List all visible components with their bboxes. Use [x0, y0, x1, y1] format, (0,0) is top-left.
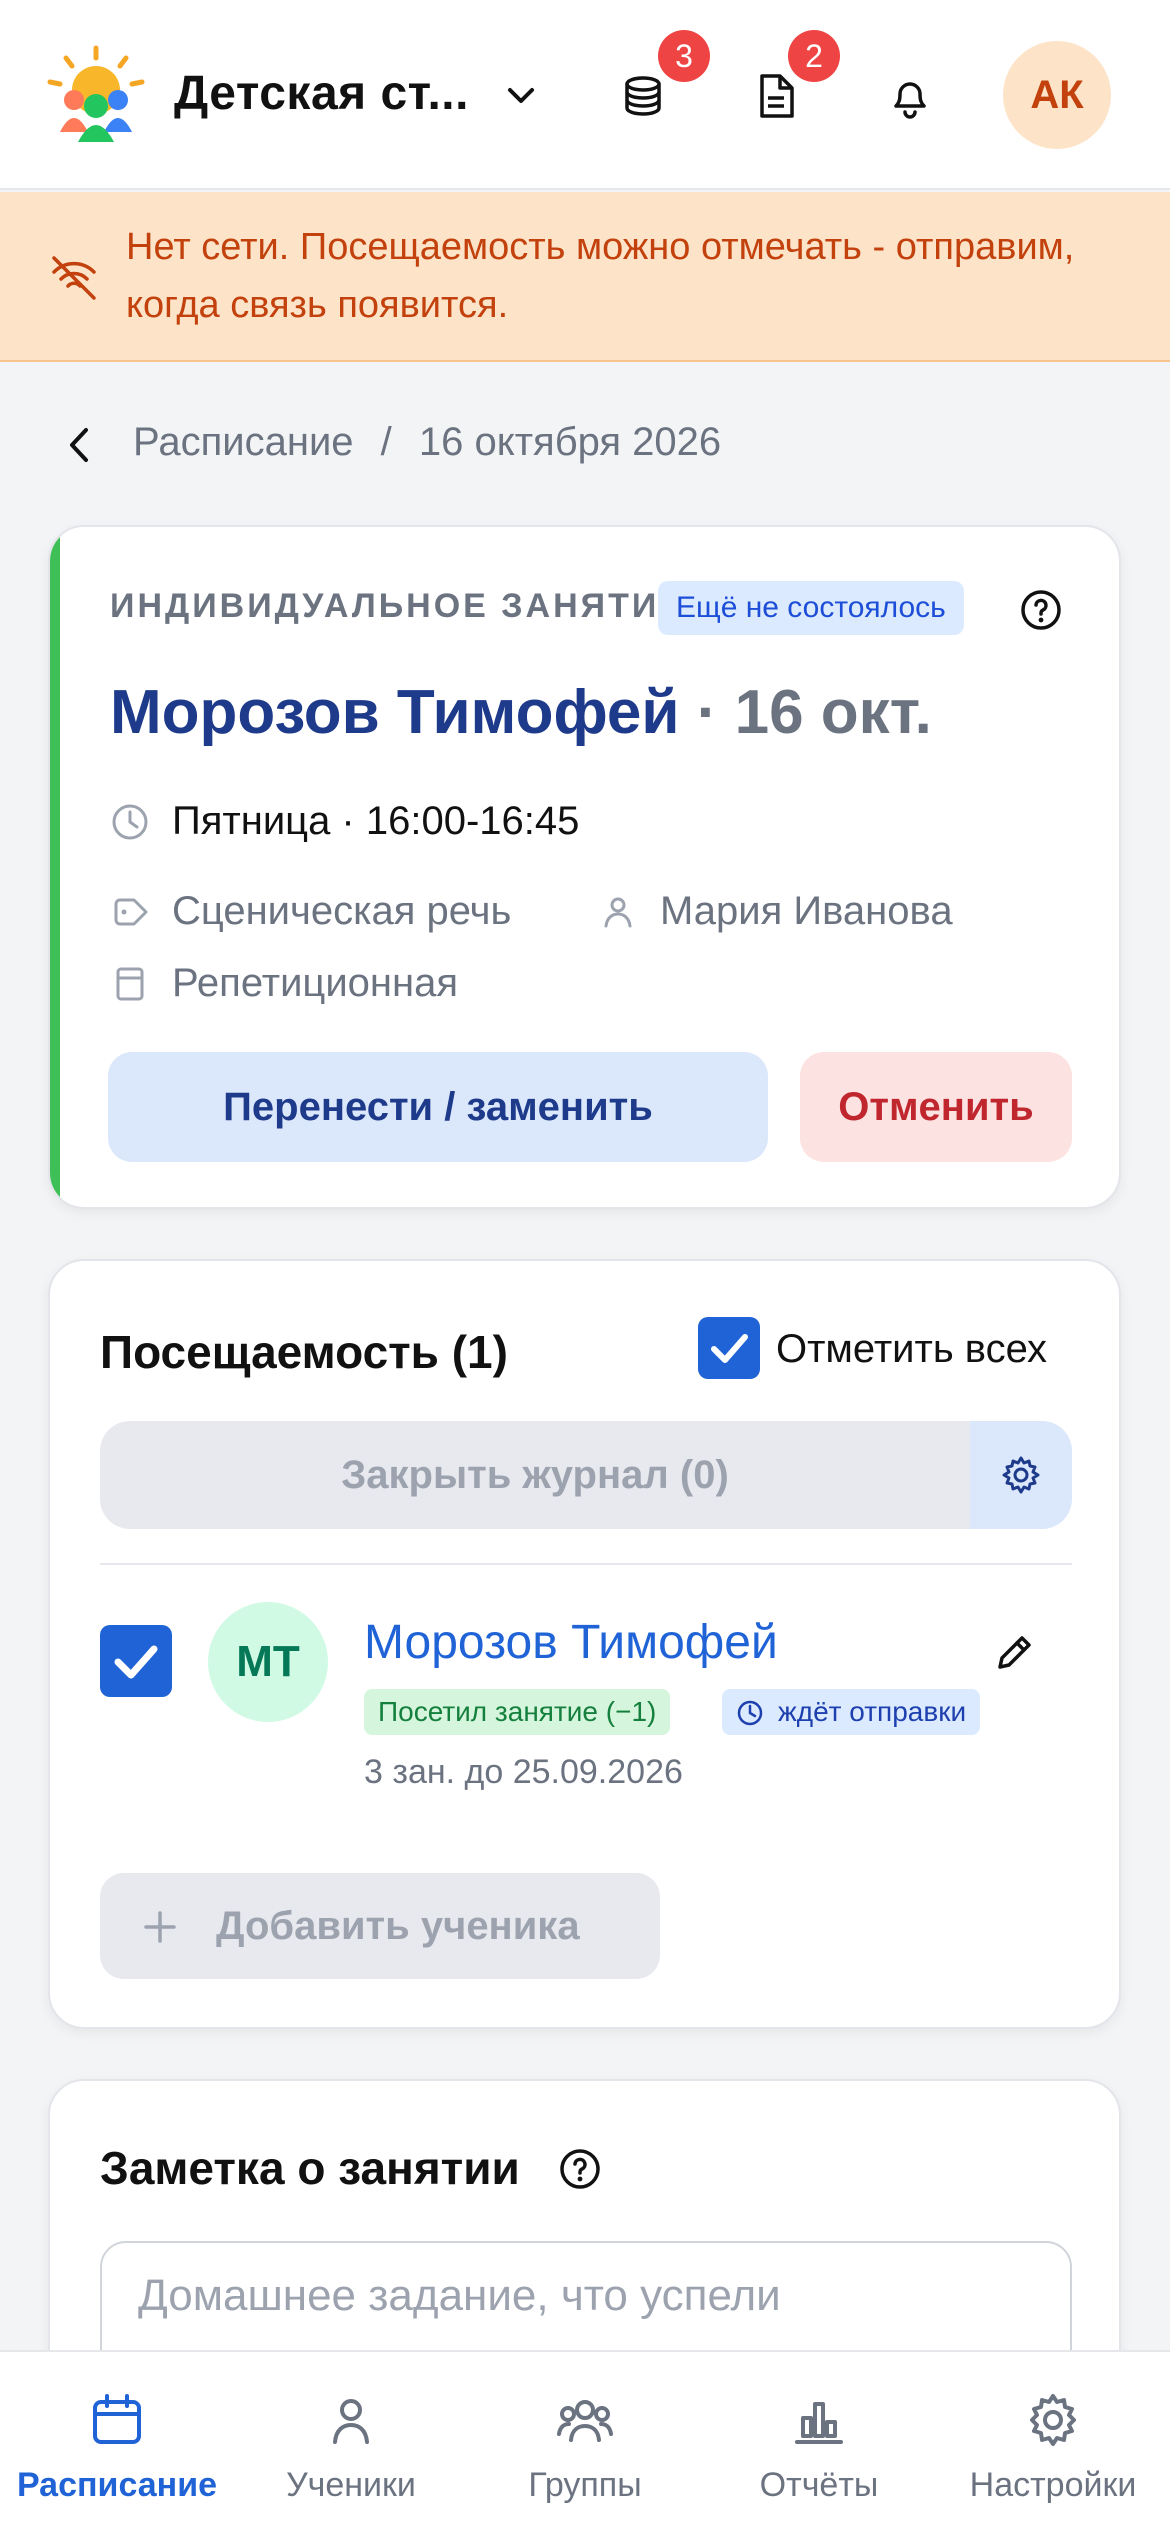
help-icon[interactable] — [559, 2148, 601, 2190]
coins-icon[interactable] — [617, 70, 669, 122]
attendance-status-tag: Посетил занятие (−1) — [364, 1689, 671, 1735]
nav-settings[interactable]: Настройки — [936, 2352, 1170, 2532]
nav-groups[interactable]: Группы — [468, 2352, 702, 2532]
reschedule-button[interactable]: Перенести / заменить — [108, 1052, 768, 1162]
lesson-teacher: Мария Иванова — [660, 889, 953, 933]
chart-icon — [795, 2402, 843, 2444]
gear-icon — [1002, 1456, 1040, 1494]
lesson-teacher-row: Мария Иванова — [598, 889, 953, 934]
room-icon — [116, 967, 144, 1001]
mark-all-label[interactable]: Отметить всех — [776, 1327, 1047, 1372]
lesson-type-label: ИНДИВИДУАЛЬНОЕ ЗАНЯТИЕ — [110, 587, 670, 625]
nav-settings-label: Настройки — [969, 2466, 1137, 2504]
payments-badge: 3 — [658, 30, 710, 82]
breadcrumb-separator: / — [380, 420, 392, 464]
lesson-subject-row: Сценическая речь — [110, 889, 511, 934]
attendance-title: Посещаемость (1) — [100, 1326, 508, 1378]
organization-name[interactable]: Детская ст... — [174, 66, 469, 121]
person-icon — [333, 2399, 369, 2444]
lesson-room-row: Репетиционная — [110, 961, 458, 1006]
top-header: Детская ст... 3 2 АК — [0, 0, 1170, 190]
nav-reports-label: Отчёты — [759, 2466, 879, 2504]
lesson-time: Пятница · 16:00-16:45 — [172, 799, 580, 843]
student-attendance-checkbox[interactable] — [100, 1625, 172, 1697]
person-icon — [604, 897, 632, 928]
lesson-subject: Сценическая речь — [172, 889, 512, 933]
documents-badge: 2 — [788, 30, 840, 82]
bottom-navigation: Расписание Ученики Группы Отчёты Настрой… — [0, 2350, 1170, 2532]
checkmark-icon — [711, 1334, 748, 1363]
lesson-room: Репетиционная — [172, 961, 458, 1005]
cancel-lesson-button[interactable]: Отменить — [800, 1052, 1072, 1162]
nav-students-label: Ученики — [286, 2466, 416, 2504]
gear-icon — [1030, 2394, 1076, 2446]
breadcrumb: Расписание / 16 октября 2026 — [133, 420, 721, 465]
add-student-button[interactable]: Добавить ученика — [100, 1873, 660, 1979]
sync-status-tag: ждёт отправки — [722, 1689, 981, 1735]
note-title-text: Заметка о занятии — [100, 2142, 520, 2194]
breadcrumb-current: 16 октября 2026 — [418, 420, 722, 464]
user-avatar[interactable]: АК — [1003, 41, 1111, 149]
nav-groups-label: Группы — [528, 2466, 642, 2504]
group-icon — [557, 2400, 613, 2442]
tag-icon — [114, 898, 148, 926]
plus-icon — [144, 1911, 176, 1943]
lesson-time-row: Пятница · 16:00-16:45 — [110, 799, 579, 844]
clock-icon — [737, 1700, 763, 1726]
sync-status-text: ждёт отправки — [778, 1696, 967, 1727]
lesson-student-name[interactable]: Морозов Тимофей — [110, 678, 680, 747]
mark-all-checkbox[interactable] — [698, 1317, 760, 1379]
add-student-label: Добавить ученика — [216, 1904, 580, 1948]
attendance-card: Посещаемость (1) Отметить всех Закрыть ж… — [48, 1259, 1121, 2029]
nav-schedule[interactable]: Расписание — [0, 2352, 234, 2532]
student-subscription-info: 3 зан. до 25.09.2026 — [364, 1753, 683, 1791]
student-avatar: МТ — [208, 1602, 328, 1722]
lesson-status-badge: Ещё не состоялось — [658, 581, 964, 635]
attendance-divider — [100, 1563, 1072, 1565]
offline-banner-text: Нет сети. Посещаемость можно отмечать - … — [126, 226, 1075, 326]
checkmark-icon — [114, 1645, 158, 1679]
lesson-date: · 16 окт. — [679, 678, 932, 747]
student-name-link[interactable]: Морозов Тимофей — [364, 1615, 778, 1670]
chevron-down-icon[interactable] — [502, 76, 540, 114]
calendar-icon — [93, 2394, 141, 2444]
no-wifi-icon — [52, 256, 96, 300]
back-arrow-icon[interactable] — [60, 422, 100, 468]
nav-students[interactable]: Ученики — [234, 2352, 468, 2532]
lesson-accent-bar — [50, 527, 60, 1207]
document-icon[interactable] — [750, 70, 802, 122]
nav-schedule-label: Расписание — [16, 2466, 218, 2504]
clock-icon — [112, 804, 148, 840]
lesson-title: Морозов Тимофей · 16 окт. — [110, 677, 932, 748]
breadcrumb-parent[interactable]: Расписание — [133, 420, 354, 464]
nav-reports[interactable]: Отчёты — [702, 2352, 936, 2532]
school-logo-icon[interactable] — [44, 44, 148, 144]
note-title: Заметка о занятии — [100, 2141, 601, 2195]
close-journal-button[interactable]: Закрыть журнал (0) — [100, 1421, 970, 1529]
bell-icon[interactable] — [884, 70, 936, 122]
help-icon[interactable] — [1020, 589, 1062, 631]
journal-settings-button[interactable] — [970, 1421, 1072, 1529]
lesson-card: ИНДИВИДУАЛЬНОЕ ЗАНЯТИЕ Ещё не состоялось… — [48, 525, 1121, 1209]
pencil-icon[interactable] — [992, 1631, 1036, 1675]
